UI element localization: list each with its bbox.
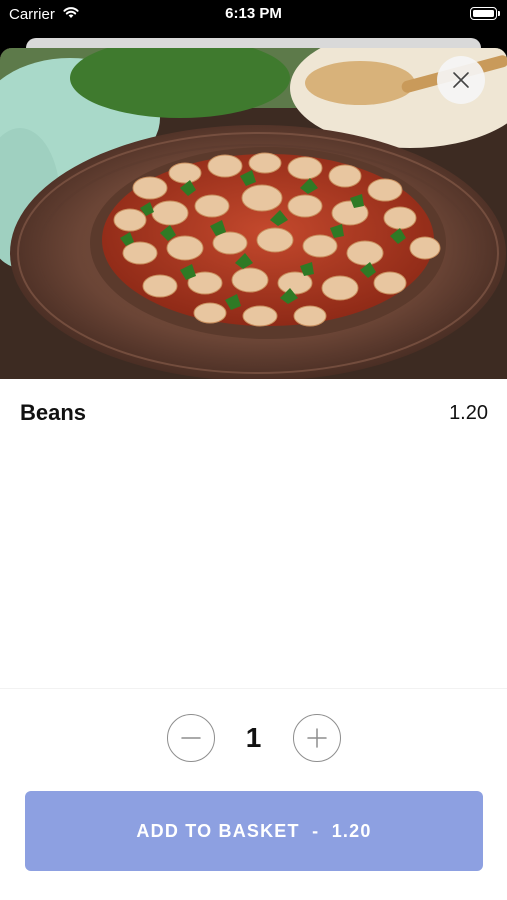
status-time: 6:13 PM [225, 5, 282, 22]
order-footer: 1 ADD TO BASKET - 1.20 [0, 688, 507, 900]
product-name: Beans [20, 400, 87, 425]
status-bar: Carrier 6:13 PM [0, 0, 507, 30]
add-to-basket-label: ADD TO BASKET [136, 820, 300, 841]
decrement-button[interactable] [166, 714, 215, 762]
add-to-basket-separator: - [300, 821, 332, 842]
separator-text: - [312, 820, 320, 841]
plus-icon [306, 728, 327, 748]
close-button[interactable] [437, 56, 485, 104]
increment-button[interactable] [292, 714, 341, 762]
product-image [0, 48, 507, 379]
add-to-basket-price: 1.20 [331, 820, 372, 841]
close-icon [453, 72, 469, 88]
quantity-value: 1 [245, 722, 262, 753]
quantity-stepper: 1 [0, 713, 507, 763]
add-to-basket-button[interactable]: ADD TO BASKET - 1.20 [25, 791, 483, 871]
battery-icon [470, 7, 500, 20]
product-sheet: Beans 1.20 1 ADD TO BASKET - 1.20 [0, 48, 507, 900]
minus-icon [180, 737, 201, 739]
product-price: 1.20 [449, 402, 488, 424]
